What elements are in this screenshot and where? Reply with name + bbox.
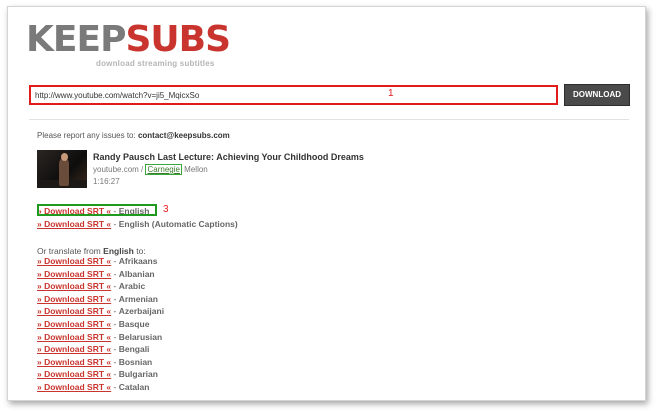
translation-lang: Albanian <box>118 268 155 279</box>
translation-row: » Download SRT « - Azerbaijani <box>37 306 164 316</box>
translate-suffix: to: <box>136 246 146 256</box>
translate-heading: Or translate from English to: <box>37 246 146 256</box>
download-sep: - <box>111 369 119 380</box>
translation-lang: Belarusian <box>118 331 163 342</box>
download-sep: - <box>111 331 119 342</box>
download-srt-link[interactable]: » Download SRT « <box>37 319 111 329</box>
translation-lang: Bulgarian <box>118 369 158 380</box>
video-duration: 1:16:27 <box>93 177 120 186</box>
translation-lang: Arabic <box>118 281 146 292</box>
logo-keep: KEEP <box>26 19 126 60</box>
url-input[interactable] <box>35 88 375 102</box>
download-sep: - <box>111 219 119 229</box>
report-email: contact@keepsubs.com <box>137 131 230 140</box>
translation-row: » Download SRT « - Bosnian <box>37 357 152 367</box>
translation-row: » Download SRT « - Arabic <box>37 281 145 291</box>
download-srt-link[interactable]: » Download SRT « <box>37 256 111 266</box>
translation-row: » Download SRT « - Albanian <box>37 269 155 279</box>
translation-lang: Azerbaijani <box>118 306 165 317</box>
video-thumbnail[interactable] <box>37 150 87 188</box>
download-srt-link[interactable]: » Download SRT « <box>37 357 111 367</box>
download-sep: - <box>111 319 119 329</box>
translation-lang: Basque <box>118 319 150 329</box>
download-sep: - <box>111 382 119 392</box>
download-sep: - <box>111 293 119 304</box>
translation-row: » Download SRT « - Armenian <box>37 294 158 304</box>
annotation-3: 3 <box>163 204 169 215</box>
translation-lang: Bosnian <box>118 356 153 367</box>
download-srt-link[interactable]: » Download SRT « <box>37 344 111 354</box>
download-sep: - <box>111 306 119 317</box>
logo-tagline: download streaming subtitles <box>96 59 215 68</box>
video-source-suffix: Mellon <box>181 165 208 174</box>
download-sep: - <box>111 344 119 355</box>
translation-lang: Armenian <box>118 293 158 304</box>
translate-prefix: Or translate from <box>37 246 101 256</box>
translation-lang: Bengali <box>118 344 150 355</box>
translation-row: » Download SRT « - Bengali <box>37 344 149 354</box>
translation-row: » Download SRT « - Catalan <box>37 382 149 392</box>
translate-lang: English <box>103 246 134 256</box>
download-lang: English (Automatic Captions) <box>118 219 238 229</box>
download-sep: - <box>111 256 119 266</box>
download-srt-link[interactable]: » Download SRT « <box>37 382 111 392</box>
divider <box>29 119 629 120</box>
download-srt-link[interactable]: » Download SRT « <box>37 332 111 342</box>
highlight-box-green <box>37 204 157 216</box>
keepsubs-logo[interactable]: KEEPSUBS <box>26 19 231 60</box>
video-source-prefix: youtube.com / <box>93 165 146 174</box>
download-srt-link[interactable]: » Download SRT « <box>37 369 111 379</box>
url-input-box: 1 <box>29 85 558 105</box>
video-title: Randy Pausch Last Lecture: Achieving You… <box>93 152 364 162</box>
annotation-1: 1 <box>388 88 394 99</box>
translation-lang: Afrikaans <box>118 256 158 266</box>
download-sep: - <box>111 281 119 292</box>
translation-row: » Download SRT « - Afrikaans <box>37 256 157 266</box>
video-source-highlight: Carnegie <box>145 164 182 175</box>
download-srt-link[interactable]: » Download SRT « <box>37 219 111 229</box>
download-srt-link[interactable]: » Download SRT « <box>37 281 111 291</box>
browser-frame: KEEPSUBS download streaming subtitles 1 … <box>7 6 646 401</box>
download-srt-link[interactable]: » Download SRT « <box>37 294 111 304</box>
download-sep: - <box>111 268 119 279</box>
download-button[interactable]: DOWNLOAD <box>564 84 630 106</box>
report-text: Please report any issues to: <box>37 131 136 140</box>
download-sep: - <box>111 356 119 367</box>
video-source: youtube.com / Carnegie Mellon <box>93 164 208 175</box>
logo-subs: SUBS <box>125 19 231 60</box>
translation-row: » Download SRT « - Basque <box>37 319 149 329</box>
translation-row: » Download SRT « - Bulgarian <box>37 369 158 379</box>
download-row: » Download SRT « - English (Automatic Ca… <box>37 219 238 229</box>
translation-row: » Download SRT « - Belarusian <box>37 332 162 342</box>
download-srt-link[interactable]: » Download SRT « <box>37 269 111 279</box>
report-issues: Please report any issues to: contact@kee… <box>37 131 230 140</box>
translation-lang: Catalan <box>118 382 150 392</box>
download-srt-link[interactable]: » Download SRT « <box>37 306 111 316</box>
